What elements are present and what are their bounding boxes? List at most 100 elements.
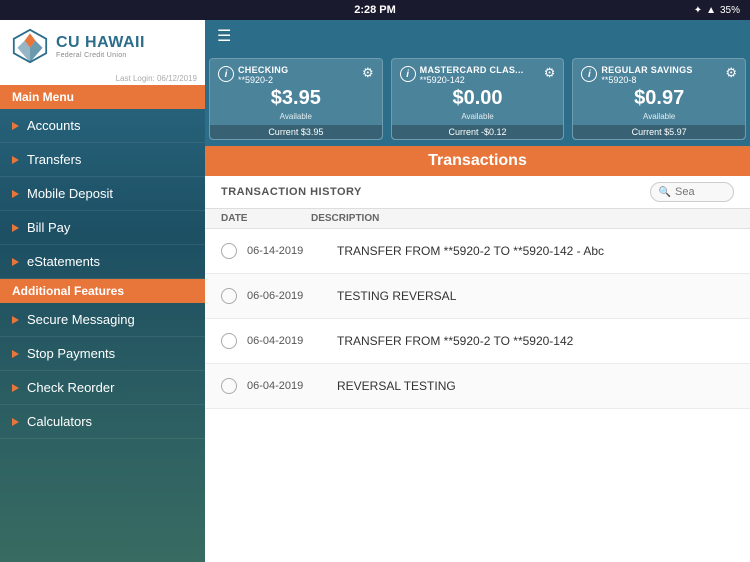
table-row[interactable]: 06-06-2019 TESTING REVERSAL — [205, 274, 750, 319]
table-row[interactable]: 06-04-2019 TRANSFER FROM **5920-2 TO **5… — [205, 319, 750, 364]
account-available-savings: Available — [581, 112, 737, 121]
logo-icon — [12, 28, 48, 64]
logo-area: CU HAWAII Federal Credit Union — [0, 20, 205, 72]
account-number-checking: **5920-2 — [238, 75, 358, 85]
account-card-checking[interactable]: i CHECKING **5920-2 ⚙ $3.95 Available Cu… — [209, 58, 383, 140]
tx-description-2: TRANSFER FROM **5920-2 TO **5920-142 — [337, 334, 573, 348]
account-current-mastercard: Current -$0.12 — [392, 125, 564, 139]
arrow-icon-calculators — [12, 418, 19, 426]
account-available-checking: Available — [218, 112, 374, 121]
sidebar-label-secure-messaging: Secure Messaging — [27, 312, 135, 327]
arrow-icon-check-reorder — [12, 384, 19, 392]
settings-icon-savings[interactable]: ⚙ — [725, 65, 737, 81]
sidebar-label-transfers: Transfers — [27, 152, 81, 167]
account-card-savings[interactable]: i REGULAR SAVINGS **5920-8 ⚙ $0.97 Avail… — [572, 58, 746, 140]
sidebar-item-transfers[interactable]: Transfers — [0, 143, 205, 177]
sidebar-label-check-reorder: Check Reorder — [27, 380, 114, 395]
sidebar-label-calculators: Calculators — [27, 414, 92, 429]
account-number-savings: **5920-8 — [601, 75, 721, 85]
tx-date-2: 06-04-2019 — [247, 335, 327, 347]
status-bar: 2:28 PM ✦ ▲ 35% — [0, 0, 750, 20]
tx-date-3: 06-04-2019 — [247, 380, 327, 392]
account-card-header-mastercard: i MASTERCARD CLAS... **5920-142 ⚙ — [400, 65, 556, 85]
battery-text: 35% — [720, 5, 740, 16]
sidebar-item-mobile-deposit[interactable]: Mobile Deposit — [0, 177, 205, 211]
sidebar-label-mobile-deposit: Mobile Deposit — [27, 186, 113, 201]
account-number-mastercard: **5920-142 — [420, 75, 540, 85]
account-current-savings: Current $5.97 — [573, 125, 745, 139]
tx-list: 06-14-2019 TRANSFER FROM **5920-2 TO **5… — [205, 229, 750, 562]
arrow-icon-stop-payments — [12, 350, 19, 358]
sidebar-item-bill-pay[interactable]: Bill Pay — [0, 211, 205, 245]
sidebar: CU HAWAII Federal Credit Union Last Logi… — [0, 20, 205, 562]
search-icon: 🔍 — [659, 187, 671, 198]
tx-description-3: REVERSAL TESTING — [337, 379, 456, 393]
tx-radio-0[interactable] — [221, 243, 237, 259]
account-name-checking: CHECKING — [238, 65, 358, 75]
col-header-date: DATE — [221, 213, 311, 224]
account-current-checking: Current $3.95 — [210, 125, 382, 139]
tx-date-1: 06-06-2019 — [247, 290, 327, 302]
account-balance-mastercard: $0.00 — [400, 87, 556, 110]
tx-radio-2[interactable] — [221, 333, 237, 349]
top-nav: ☰ — [205, 20, 750, 52]
search-input[interactable] — [675, 186, 725, 198]
hamburger-menu[interactable]: ☰ — [217, 26, 231, 46]
additional-features-header: Additional Features — [0, 279, 205, 303]
sidebar-label-accounts: Accounts — [27, 118, 80, 133]
arrow-icon-bill-pay — [12, 224, 19, 232]
bluetooth-icon: ✦ — [694, 5, 702, 16]
status-time: 2:28 PM — [354, 4, 396, 16]
tx-history-label: TRANSACTION HISTORY — [221, 186, 362, 198]
account-name-mastercard: MASTERCARD CLAS... — [420, 65, 540, 75]
logo-text: CU HAWAII Federal Credit Union — [56, 34, 145, 59]
logo-sub: Federal Credit Union — [56, 52, 145, 59]
arrow-icon-mobile-deposit — [12, 190, 19, 198]
col-header-description: DESCRIPTION — [311, 213, 379, 224]
logo-name: CU HAWAII — [56, 34, 145, 52]
sidebar-item-stop-payments[interactable]: Stop Payments — [0, 337, 205, 371]
sidebar-item-estatements[interactable]: eStatements — [0, 245, 205, 279]
app-container: CU HAWAII Federal Credit Union Last Logi… — [0, 20, 750, 562]
tx-col-headers: DATE DESCRIPTION — [205, 209, 750, 229]
accounts-strip: i CHECKING **5920-2 ⚙ $3.95 Available Cu… — [205, 52, 750, 146]
status-right: ✦ ▲ 35% — [694, 5, 740, 16]
arrow-icon-accounts — [12, 122, 19, 130]
sidebar-item-check-reorder[interactable]: Check Reorder — [0, 371, 205, 405]
info-icon-checking[interactable]: i — [218, 66, 234, 82]
settings-icon-checking[interactable]: ⚙ — [362, 65, 374, 81]
sidebar-content: CU HAWAII Federal Credit Union Last Logi… — [0, 20, 205, 439]
sidebar-item-accounts[interactable]: Accounts — [0, 109, 205, 143]
info-icon-savings[interactable]: i — [581, 66, 597, 82]
settings-icon-mastercard[interactable]: ⚙ — [544, 65, 556, 81]
tx-radio-1[interactable] — [221, 288, 237, 304]
sidebar-label-bill-pay: Bill Pay — [27, 220, 70, 235]
account-title-savings: REGULAR SAVINGS **5920-8 — [597, 65, 725, 85]
arrow-icon-transfers — [12, 156, 19, 164]
account-balance-checking: $3.95 — [218, 87, 374, 110]
account-available-mastercard: Available — [400, 112, 556, 121]
tx-toolbar: TRANSACTION HISTORY 🔍 — [205, 176, 750, 209]
account-name-savings: REGULAR SAVINGS — [601, 65, 721, 75]
table-row[interactable]: 06-14-2019 TRANSFER FROM **5920-2 TO **5… — [205, 229, 750, 274]
sidebar-item-secure-messaging[interactable]: Secure Messaging — [0, 303, 205, 337]
tx-radio-3[interactable] — [221, 378, 237, 394]
transactions-header: Transactions — [205, 146, 750, 176]
account-card-header-checking: i CHECKING **5920-2 ⚙ — [218, 65, 374, 85]
wifi-icon: ▲ — [706, 5, 716, 16]
account-title-checking: CHECKING **5920-2 — [234, 65, 362, 85]
account-balance-savings: $0.97 — [581, 87, 737, 110]
tx-description-1: TESTING REVERSAL — [337, 289, 456, 303]
table-row[interactable]: 06-04-2019 REVERSAL TESTING — [205, 364, 750, 409]
last-login: Last Login: 06/12/2019 — [0, 72, 205, 85]
search-box[interactable]: 🔍 — [650, 182, 734, 202]
main-menu-header: Main Menu — [0, 85, 205, 109]
sidebar-label-stop-payments: Stop Payments — [27, 346, 115, 361]
info-icon-mastercard[interactable]: i — [400, 66, 416, 82]
main-content: ☰ i CHECKING **5920-2 ⚙ $3.95 Available … — [205, 20, 750, 562]
arrow-icon-estatements — [12, 258, 19, 266]
tx-date-0: 06-14-2019 — [247, 245, 327, 257]
account-card-mastercard[interactable]: i MASTERCARD CLAS... **5920-142 ⚙ $0.00 … — [391, 58, 565, 140]
sidebar-item-calculators[interactable]: Calculators — [0, 405, 205, 439]
sidebar-label-estatements: eStatements — [27, 254, 100, 269]
